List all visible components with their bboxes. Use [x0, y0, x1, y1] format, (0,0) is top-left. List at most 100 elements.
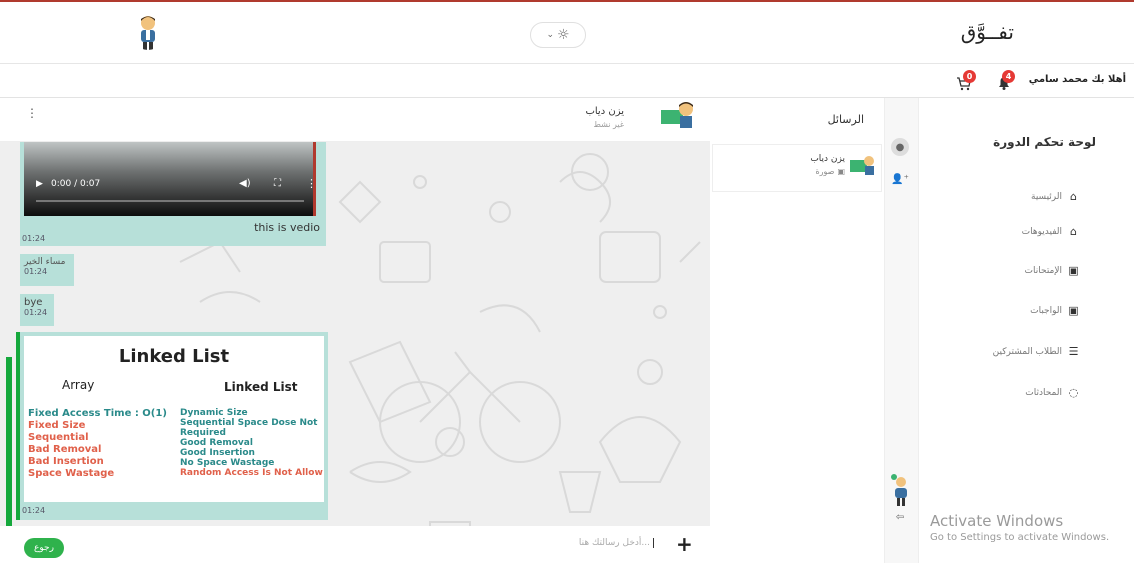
sidebar-title: لوحة تحكم الدورة: [993, 135, 1096, 149]
watermark-subtitle: Go to Settings to activate Windows.: [930, 532, 1110, 543]
notifications-badge: 4: [1002, 70, 1015, 83]
chat-contact-name: يزن دياب: [585, 106, 624, 117]
right-line: Dynamic Size: [180, 408, 248, 418]
left-line: Fixed Size: [28, 420, 86, 431]
theme-toggle[interactable]: ⌄ ☼: [530, 22, 586, 48]
right-line: Good Removal: [180, 438, 253, 448]
avatar-illustration: [850, 156, 874, 175]
sidebar-item-label: الطلاب المشتركين: [992, 346, 1062, 357]
chat-contact-avatar: [660, 100, 694, 130]
video-caption: this is vedio: [254, 221, 320, 234]
message-text: bye: [24, 297, 43, 308]
left-heading: Array: [62, 378, 95, 392]
notifications-button[interactable]: 4: [995, 70, 1017, 92]
sidebar-item-home[interactable]: ⌂ الرئيسية: [1031, 191, 1079, 202]
avatar-illustration: [141, 16, 155, 50]
message-time: 01:24: [24, 308, 48, 317]
header-avatar[interactable]: [131, 14, 165, 50]
sidebar-item-assignments[interactable]: ▣ الواجبات: [1030, 305, 1079, 316]
volume-icon[interactable]: ◀): [239, 178, 251, 189]
chevron-down-icon: ⌄: [546, 30, 554, 40]
back-button[interactable]: رجوع: [24, 538, 64, 558]
conversation-list: الرسائل يزن دياب ▣ صورة: [710, 98, 884, 563]
right-line: Required: [180, 428, 226, 438]
message-bubble: مساء الخير 01:24: [20, 254, 74, 286]
image-title: Linked List: [118, 346, 230, 367]
sidebar-item-conversations[interactable]: ◌ المحادثات: [1025, 387, 1079, 398]
left-line: Sequential: [28, 432, 89, 443]
scroll-indicator[interactable]: [6, 357, 12, 526]
user-badge-icon: ▣: [1068, 264, 1079, 277]
contact-avatar: [849, 153, 875, 177]
list-icon: ☰: [1068, 345, 1079, 358]
preview-text: صورة: [815, 167, 835, 176]
avatar-illustration: [661, 102, 693, 128]
conversations-title: الرسائل: [827, 113, 864, 126]
logout-icon: ⇦: [895, 511, 905, 523]
left-line: Space Wastage: [28, 468, 115, 479]
sun-icon: ☼: [556, 27, 570, 43]
cart-badge: 0: [963, 70, 976, 83]
sidebar-item-students[interactable]: ☰ الطلاب المشتركين: [993, 346, 1079, 357]
video-time: 0:00 / 0:07: [51, 179, 101, 189]
right-line: Good Insertion: [180, 448, 255, 458]
conversation-preview: ▣ صورة: [815, 167, 845, 176]
right-heading: Linked List: [224, 380, 298, 394]
right-line: No Space Wastage: [180, 458, 275, 468]
video-message: ▶ 0:00 / 0:07 ◀) ⛶ ⋮ this is vedio: [20, 142, 326, 246]
linked-list-image[interactable]: Linked List Array Linked List Fixed Acce…: [24, 336, 324, 502]
user-badge-icon: ▣: [1068, 304, 1079, 317]
left-lines: Fixed Access Time : O(1) Fixed Size Sequ…: [28, 408, 167, 480]
windows-watermark: Activate Windows Go to Settings to activ…: [930, 512, 1109, 543]
logout-button[interactable]: ⇦: [891, 508, 909, 526]
play-icon[interactable]: ▶: [36, 179, 43, 189]
right-lines: Dynamic Size Sequential Space Dose Not R…: [180, 408, 323, 478]
brand-logo[interactable]: تفــوَّق: [961, 20, 1014, 44]
rail-avatar[interactable]: [889, 473, 913, 507]
sidebar-item-videos[interactable]: ⌂ الفيديوهات: [1022, 226, 1079, 237]
user-greeting[interactable]: أهلا بك محمد سامي: [1029, 74, 1126, 85]
message-text: مساء الخير: [24, 257, 66, 267]
fullscreen-icon[interactable]: ⛶: [274, 178, 281, 189]
video-timestamp: 01:24: [22, 234, 46, 243]
right-line: Random Access Is Not Allow: [180, 468, 323, 478]
sidebar-item-label: الواجبات: [1030, 305, 1062, 316]
cart-button[interactable]: 0: [955, 70, 977, 92]
add-user-icon: 👤⁺: [891, 173, 909, 185]
left-line: Bad Insertion: [28, 456, 104, 467]
sidebar-item-label: الإمتحانات: [1024, 265, 1062, 276]
sidebar-item-label: الرئيسية: [1031, 191, 1062, 202]
watermark-title: Activate Windows: [930, 512, 1064, 530]
image-time: 01:24: [22, 506, 46, 515]
message-bubble: bye 01:24: [20, 294, 54, 326]
message-time: 01:24: [24, 267, 48, 276]
conversation-item[interactable]: يزن دياب ▣ صورة: [712, 144, 882, 192]
send-add-button[interactable]: +: [676, 534, 693, 554]
course-sidebar: لوحة تحكم الدورة ⌂ الرئيسية ⌂ الفيديوهات…: [918, 98, 1134, 563]
chat-area: ▶ 0:00 / 0:07 ◀) ⛶ ⋮ this is vedio 01:24…: [0, 142, 710, 526]
sidebar-item-label: الفيديوهات: [1021, 226, 1062, 237]
message-input[interactable]: أدخل رسالتك هنا...: [520, 538, 654, 548]
image-icon: ▣: [837, 167, 845, 176]
messages-tab[interactable]: ●: [891, 138, 909, 156]
chat-rail: ● 👤⁺ ⇦: [884, 98, 918, 563]
avatar-illustration: [891, 474, 907, 506]
chat-icon: ◌: [1068, 386, 1079, 399]
left-line: Fixed Access Time : O(1): [28, 408, 167, 419]
conversation-name: يزن دياب: [810, 154, 845, 164]
home-icon: ⌂: [1070, 190, 1077, 203]
chat-menu-button[interactable]: ⋮: [26, 106, 38, 120]
chat-header: ⋮ يزن دياب غير نشط: [0, 98, 710, 142]
message-input-bar: + أدخل رسالتك هنا...: [0, 526, 710, 563]
more-options-icon[interactable]: ⋮: [306, 177, 317, 190]
image-message: Linked List Array Linked List Fixed Acce…: [16, 332, 328, 520]
home-icon: ⌂: [1070, 225, 1077, 238]
sidebar-item-label: المحادثات: [1025, 387, 1062, 398]
add-contact-button[interactable]: 👤⁺: [891, 170, 909, 188]
right-line: Sequential Space Dose Not: [180, 418, 318, 428]
video-player[interactable]: ▶ 0:00 / 0:07 ◀) ⛶ ⋮: [24, 142, 317, 216]
video-progress-track[interactable]: [36, 200, 304, 202]
chat-bubble-icon: ●: [895, 141, 905, 153]
sidebar-item-exams[interactable]: ▣ الإمتحانات: [1025, 265, 1079, 276]
left-line: Bad Removal: [28, 444, 102, 455]
